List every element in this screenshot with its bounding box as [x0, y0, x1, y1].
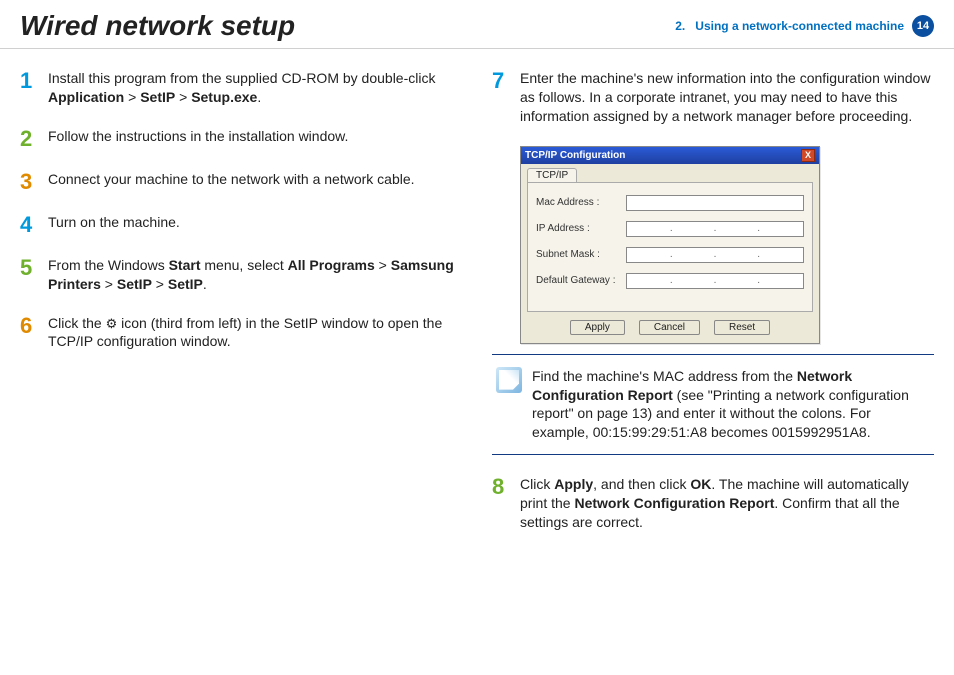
step-number: 6	[20, 314, 48, 352]
ip-address-row: IP Address : ...	[536, 221, 804, 237]
step-body: Connect your machine to the network with…	[48, 170, 462, 193]
body-columns: 1 Install this program from the supplied…	[0, 49, 954, 562]
step-body: Install this program from the supplied C…	[48, 69, 462, 107]
step-4: 4 Turn on the machine.	[20, 213, 462, 236]
ip-address-input[interactable]: ...	[626, 221, 804, 237]
page-header: Wired network setup 2. Using a network-c…	[0, 0, 954, 49]
step-number: 4	[20, 213, 48, 236]
step-number: 2	[20, 127, 48, 150]
ip-address-label: IP Address :	[536, 223, 626, 234]
tab-tcpip[interactable]: TCP/IP	[527, 168, 577, 182]
step-number: 8	[492, 475, 520, 532]
subnet-mask-input[interactable]: ...	[626, 247, 804, 263]
mac-address-label: Mac Address :	[536, 197, 626, 208]
left-column: 1 Install this program from the supplied…	[20, 69, 462, 552]
apply-button[interactable]: Apply	[570, 320, 625, 335]
subnet-mask-row: Subnet Mask : ...	[536, 247, 804, 263]
step-2: 2 Follow the instructions in the install…	[20, 127, 462, 150]
step-body: Click the ⚙ icon (third from left) in th…	[48, 314, 462, 352]
close-icon[interactable]: X	[801, 149, 815, 162]
gateway-row: Default Gateway : ...	[536, 273, 804, 289]
chapter-label: 2. Using a network-connected machine	[675, 19, 904, 33]
dialog-button-row: Apply Cancel Reset	[521, 318, 819, 343]
step-5: 5 From the Windows Start menu, select Al…	[20, 256, 462, 294]
cancel-button[interactable]: Cancel	[639, 320, 700, 335]
page-title: Wired network setup	[20, 10, 295, 42]
reset-button[interactable]: Reset	[714, 320, 770, 335]
note-icon	[496, 367, 522, 393]
step-number: 1	[20, 69, 48, 107]
dialog-titlebar: TCP/IP Configuration X	[521, 147, 819, 164]
dialog-title: TCP/IP Configuration	[525, 150, 625, 161]
right-column: 7 Enter the machine's new information in…	[492, 69, 934, 552]
tcpip-configuration-dialog: TCP/IP Configuration X TCP/IP Mac Addres…	[520, 146, 820, 344]
step-3: 3 Connect your machine to the network wi…	[20, 170, 462, 193]
step-body: From the Windows Start menu, select All …	[48, 256, 462, 294]
step-7: 7 Enter the machine's new information in…	[492, 69, 934, 126]
mac-address-input[interactable]	[626, 195, 804, 211]
page-number-badge: 14	[912, 15, 934, 37]
step-body: Turn on the machine.	[48, 213, 462, 236]
step-body: Follow the instructions in the installat…	[48, 127, 462, 150]
step-number: 7	[492, 69, 520, 126]
step-body: Enter the machine's new information into…	[520, 69, 934, 126]
mac-address-row: Mac Address :	[536, 195, 804, 211]
step-body: Click Apply, and then click OK. The mach…	[520, 475, 934, 532]
subnet-mask-label: Subnet Mask :	[536, 249, 626, 260]
chapter-indicator: 2. Using a network-connected machine 14	[675, 15, 934, 37]
gear-icon: ⚙	[106, 317, 118, 330]
gateway-input[interactable]: ...	[626, 273, 804, 289]
note-box: Find the machine's MAC address from the …	[492, 354, 934, 456]
note-text: Find the machine's MAC address from the …	[532, 367, 930, 443]
step-number: 3	[20, 170, 48, 193]
dialog-body: Mac Address : IP Address : ... Subnet Ma…	[527, 182, 813, 312]
gateway-label: Default Gateway :	[536, 275, 626, 286]
step-1: 1 Install this program from the supplied…	[20, 69, 462, 107]
step-number: 5	[20, 256, 48, 294]
tab-strip: TCP/IP	[521, 164, 819, 182]
step-6: 6 Click the ⚙ icon (third from left) in …	[20, 314, 462, 352]
step-8: 8 Click Apply, and then click OK. The ma…	[492, 475, 934, 532]
